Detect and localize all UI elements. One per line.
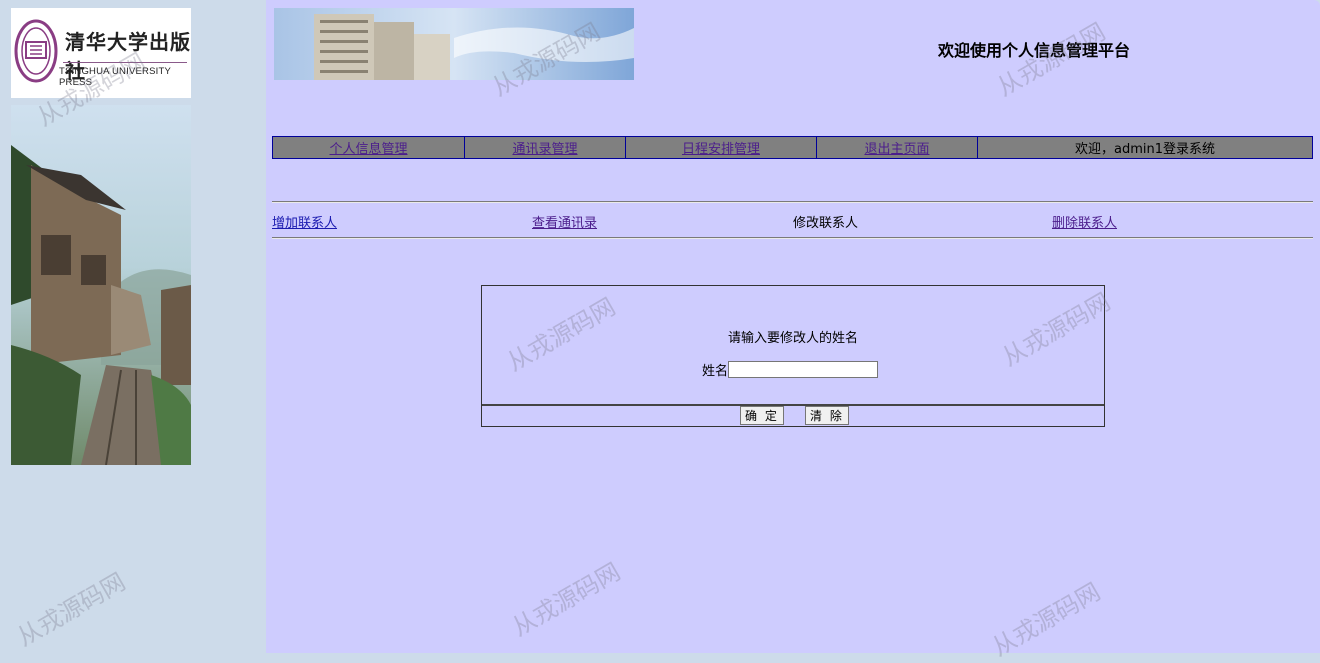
nav-personal-info-link[interactable]: 个人信息管理 (329, 138, 407, 157)
form-divider (482, 404, 1104, 406)
divider-bottom (272, 237, 1313, 239)
name-label: 姓名 (702, 364, 729, 379)
page-title: 欢迎使用个人信息管理平台 (938, 41, 1131, 60)
modify-contact-form: 请输入要修改人的姓名 姓名 确 定 清 除 (481, 285, 1105, 427)
nav-exit[interactable]: 退出主页面 (817, 137, 978, 158)
nav-address-book-link[interactable]: 通讯录管理 (512, 138, 577, 157)
submit-button[interactable]: 确 定 (740, 406, 784, 425)
village-photo (11, 105, 191, 465)
divider-top (272, 201, 1313, 203)
login-status: 欢迎，admin1登录系统 (1074, 142, 1215, 157)
main-nav: 个人信息管理 通讯录管理 日程安排管理 退出主页面 欢迎，admin1登录系统 (272, 136, 1313, 159)
subnav-add[interactable]: 增加联系人 (272, 212, 337, 231)
subnav-modify-current: 修改联系人 (793, 216, 859, 231)
nav-personal-info[interactable]: 个人信息管理 (273, 137, 465, 158)
view-contacts-link[interactable]: 查看通讯录 (532, 216, 597, 231)
nav-address-book[interactable]: 通讯录管理 (465, 137, 626, 158)
name-input[interactable] (728, 361, 879, 378)
logo-rule (63, 62, 187, 63)
add-contact-link[interactable]: 增加联系人 (272, 216, 337, 231)
delete-contact-link[interactable]: 删除联系人 (1052, 216, 1117, 231)
nav-schedule[interactable]: 日程安排管理 (626, 137, 817, 158)
header-banner-image (274, 8, 634, 80)
subnav-view[interactable]: 查看通讯录 (532, 212, 597, 231)
nav-schedule-link[interactable]: 日程安排管理 (682, 138, 760, 157)
nav-exit-link[interactable]: 退出主页面 (864, 138, 929, 157)
name-row: 姓名 (702, 360, 879, 379)
subnav-delete[interactable]: 删除联系人 (1052, 212, 1117, 231)
publisher-logo: 清华大学出版社 TSINGHUA UNIVERSITY PRESS (11, 8, 191, 98)
seal-icon (14, 19, 58, 83)
left-sidebar: 清华大学出版社 TSINGHUA UNIVERSITY PRESS (0, 0, 266, 653)
reset-button[interactable]: 清 除 (805, 406, 849, 425)
publisher-name-en: TSINGHUA UNIVERSITY PRESS (59, 66, 171, 88)
form-prompt: 请输入要修改人的姓名 (727, 331, 858, 346)
